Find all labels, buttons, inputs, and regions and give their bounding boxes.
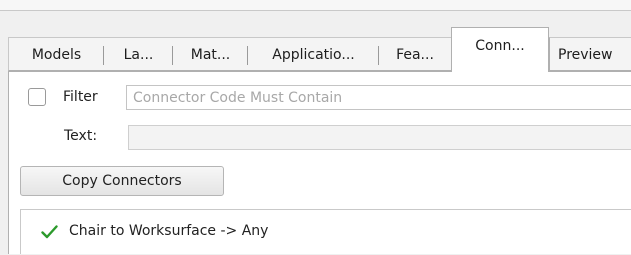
tab-label: Conn... (475, 38, 525, 54)
tab-preview[interactable]: Preview (549, 37, 631, 71)
text-input[interactable] (128, 125, 631, 150)
tab-strip: Models La... Mat... Applicatio... Fea...… (8, 27, 631, 72)
tab-features[interactable]: Fea... (379, 37, 451, 71)
filter-checkbox[interactable] (28, 88, 46, 106)
tab-label: Preview (558, 47, 613, 63)
filter-input[interactable] (126, 85, 631, 110)
tab-models[interactable]: Models (8, 37, 104, 71)
tab-label: Mat... (190, 47, 231, 63)
filter-label: Filter (63, 89, 98, 105)
tab-label: Models (31, 47, 82, 63)
tab-label: Applicatio... (272, 47, 355, 63)
copy-connectors-button[interactable]: Copy Connectors (20, 166, 224, 196)
list-item[interactable]: Chair to Worksurface -> Any (21, 210, 631, 255)
checkmark-icon (41, 225, 58, 239)
tab-label: Fea... (396, 47, 434, 63)
tab-label: La... (123, 47, 154, 63)
text-label: Text: (64, 128, 98, 144)
tab-connectors[interactable]: Conn... (451, 27, 549, 72)
tab-materials[interactable]: Mat... (173, 37, 248, 71)
tab-layouts[interactable]: La... (104, 37, 173, 71)
connector-list[interactable]: Chair to Worksurface -> Any (20, 209, 631, 254)
tab-applications[interactable]: Applicatio... (248, 37, 379, 71)
top-bar (0, 0, 631, 11)
connector-label: Chair to Worksurface -> Any (69, 223, 269, 239)
